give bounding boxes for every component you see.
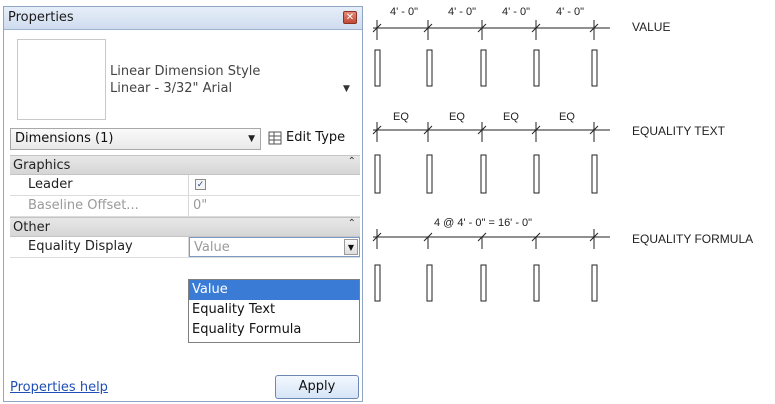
type-dropdown-arrow-icon[interactable]: ▼: [343, 84, 350, 94]
option-value[interactable]: Value: [189, 280, 359, 300]
palette-title: Properties: [8, 10, 74, 25]
dim-text: EQ: [449, 111, 465, 123]
type-preview-image: [17, 39, 106, 120]
equality-display-dropdown[interactable]: Value ▼: [189, 237, 360, 257]
option-equality-formula[interactable]: Equality Formula: [189, 320, 359, 340]
row1-ticks: [372, 20, 599, 40]
row2-ticks: [372, 122, 599, 142]
property-row-leader: Leader ✓: [10, 175, 360, 196]
dim-text: EQ: [393, 111, 409, 123]
filter-row: Dimensions (1) ▼ Edit Type: [4, 125, 362, 153]
leader-checkbox[interactable]: ✓: [195, 179, 206, 190]
type-name: Linear Dimension Style Linear - 3/32" Ar…: [110, 63, 260, 97]
property-value: 0": [188, 196, 360, 216]
chevron-down-icon: ▼: [248, 134, 255, 144]
dim-text: EQ: [559, 111, 575, 123]
type-selector[interactable]: Linear Dimension Style Linear - 3/32" Ar…: [4, 30, 362, 124]
close-icon[interactable]: ✕: [343, 11, 357, 24]
baseline-offset-value: 0": [193, 198, 208, 213]
type-style: Linear - 3/32" Arial: [110, 81, 233, 96]
dim-text: 4' - 0": [390, 6, 419, 18]
edit-type-label: Edit Type: [286, 130, 346, 145]
property-row-equality-display: Equality Display Value ▼: [10, 237, 360, 258]
dropdown-arrow-icon[interactable]: ▼: [344, 239, 358, 255]
row3-ticks: [372, 229, 599, 249]
equality-formula-label: EQUALITY FORMULA: [632, 232, 754, 246]
group-other[interactable]: Other ⌃: [10, 217, 360, 237]
group-graphics[interactable]: Graphics ⌃: [10, 155, 360, 175]
edit-type-icon: [268, 131, 282, 145]
option-equality-text[interactable]: Equality Text: [189, 300, 359, 320]
dim-text: 4' - 0": [448, 6, 477, 18]
collapse-icon[interactable]: ⌃: [348, 156, 356, 167]
collapse-icon[interactable]: ⌃: [348, 218, 356, 229]
element-filter-dropdown[interactable]: Dimensions (1) ▼: [10, 128, 261, 150]
property-value: Value ▼: [188, 237, 360, 257]
property-name: Leader: [28, 177, 73, 192]
type-family: Linear Dimension Style: [110, 64, 261, 79]
dim-text: EQ: [503, 111, 519, 123]
property-value: ✓: [188, 175, 360, 195]
row1-columns: [374, 49, 598, 87]
apply-button[interactable]: Apply: [275, 375, 359, 399]
group-label: Graphics: [13, 158, 71, 173]
formula-text: 4 @ 4' - 0" = 16' - 0": [434, 217, 533, 229]
value-label: VALUE: [632, 20, 671, 34]
group-label: Other: [13, 220, 50, 235]
property-row-baseline-offset: Baseline Offset... 0": [10, 196, 360, 217]
property-name: Baseline Offset...: [28, 198, 139, 213]
row2-columns: [374, 154, 598, 194]
row3-columns: [374, 264, 598, 302]
property-grid: Graphics ⌃ Leader ✓ Baseline Offset... 0…: [10, 155, 360, 258]
dimension-drawing: [372, 20, 610, 302]
dimension-illustration: 4' - 0" 4' - 0" 4' - 0" 4' - 0" VALUE EQ…: [366, 0, 775, 404]
equality-options-list: Value Equality Text Equality Formula: [188, 279, 360, 343]
properties-help-link[interactable]: Properties help: [10, 380, 108, 395]
title-bar[interactable]: Properties ✕: [4, 7, 362, 30]
filter-label: Dimensions (1): [15, 131, 114, 146]
dim-text: 4' - 0": [556, 6, 585, 18]
property-name: Equality Display: [28, 239, 133, 254]
equality-text-label: EQUALITY TEXT: [632, 124, 725, 138]
equality-display-value: Value: [194, 240, 230, 255]
dim-text: 4' - 0": [502, 6, 531, 18]
properties-palette: Properties ✕ Linear Dimension Style Line…: [3, 6, 363, 402]
